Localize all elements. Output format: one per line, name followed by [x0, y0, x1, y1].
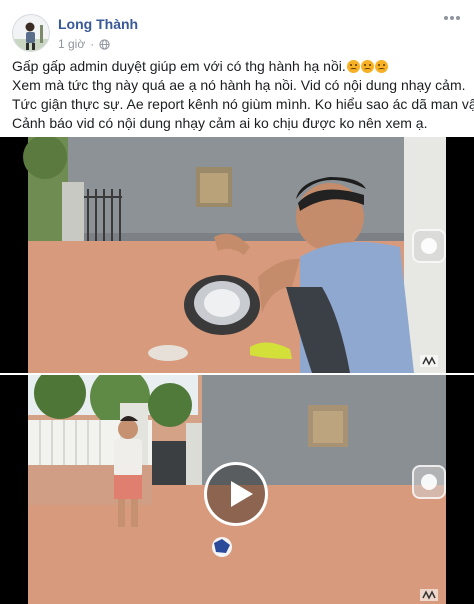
angry-face-icon [346, 60, 360, 73]
post-header: Long Thành 1 giờ · [12, 10, 462, 56]
more-options-icon[interactable] [442, 12, 462, 24]
post-line: Tức giận thực sự. Ae report kênh nó giùm… [12, 96, 474, 112]
post-time[interactable]: 1 giờ [58, 37, 85, 51]
angry-face-icon [374, 60, 388, 73]
avatar[interactable] [12, 14, 50, 52]
side-control-button[interactable] [412, 465, 446, 499]
post-line: Gấp gấp admin duyệt giúp em với có thg h… [12, 57, 464, 76]
post-line: Cảnh báo vid có nội dung nhạy cảm ai ko … [12, 115, 428, 131]
video-player-2[interactable] [0, 375, 474, 604]
post-meta: 1 giờ · [58, 37, 110, 51]
video-thumbnail-1 [23, 137, 446, 373]
post-line: Xem mà tức thg này quá ae ạ nó hành hạ n… [12, 77, 466, 93]
angry-face-icon [360, 60, 374, 73]
post-line-text: Gấp gấp admin duyệt giúp em với có thg h… [12, 58, 346, 74]
watermark-logo-icon [420, 355, 438, 367]
avatar-photo [13, 15, 49, 51]
globe-icon[interactable] [99, 38, 110, 50]
post-text: Gấp gấp admin duyệt giúp em với có thg h… [12, 57, 474, 133]
side-control-button[interactable] [412, 229, 446, 263]
play-button[interactable] [204, 462, 268, 526]
author-name[interactable]: Long Thành [58, 16, 138, 32]
watermark-logo-icon [420, 589, 438, 601]
meta-separator: · [90, 37, 95, 51]
video-frame-1[interactable] [0, 137, 474, 373]
